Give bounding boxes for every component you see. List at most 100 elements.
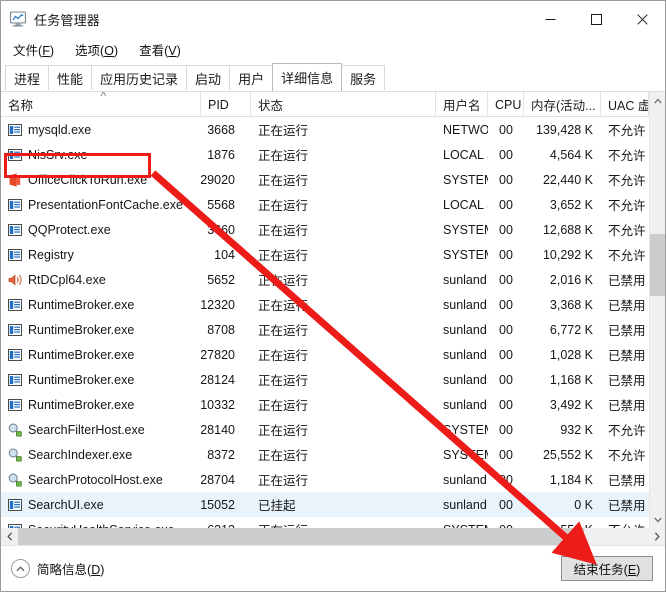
cell-pid: 104: [201, 242, 251, 267]
close-button[interactable]: [619, 1, 665, 37]
menu-bar: 文件(F) 选项(O) 查看(V): [1, 37, 665, 61]
table-row[interactable]: Registry 104 正在运行 SYSTEM 00 10,292 K 不允许: [1, 242, 649, 267]
tab-label: 服务: [350, 71, 377, 87]
column-header-name[interactable]: 名称: [1, 92, 201, 117]
table-row[interactable]: OfficeClickToRun.exe 29020 正在运行 SYSTEM 00 22,…: [1, 167, 649, 192]
table-row[interactable]: RtDCpl64.exe 5652 正在运行 sunland 00 2,016 K 已禁用: [1, 267, 649, 292]
menu-item-o[interactable]: 选项(O): [70, 38, 128, 61]
menu-item-mnemonic: F: [42, 43, 50, 58]
scroll-up-button[interactable]: [650, 92, 665, 109]
scroll-right-button[interactable]: [648, 528, 665, 545]
cell-uac: 不允许: [601, 167, 649, 192]
cell-state: 正在运行: [251, 267, 436, 292]
cell-pid: 8708: [201, 317, 251, 342]
cell-uac-text: 不允许: [608, 174, 646, 188]
cell-mem: 25,552 K: [524, 442, 601, 467]
cell-user-text: LOCAL SE...: [443, 197, 488, 212]
cell-user-text: sunland: [443, 497, 487, 512]
exe-icon: [8, 323, 22, 336]
cell-user-text: SYSTEM: [443, 447, 488, 462]
table-row[interactable]: QQProtect.exe 3660 正在运行 SYSTEM 00 12,688 K 不允许: [1, 217, 649, 242]
scroll-left-button[interactable]: [1, 528, 18, 545]
cell-name: OfficeClickToRun.exe: [1, 167, 201, 192]
table-row[interactable]: SearchFilterHost.exe 28140 正在运行 SYSTEM 00 932…: [1, 417, 649, 442]
column-header-user[interactable]: 用户名: [436, 92, 488, 117]
cell-pid-text: 15052: [201, 497, 235, 512]
tab-3[interactable]: 启动: [186, 65, 231, 91]
table-row[interactable]: SearchUI.exe 15052 已挂起 sunland 00 0 K 已禁用: [1, 492, 649, 517]
table-row[interactable]: SearchProtocolHost.exe 28704 正在运行 sunland 00…: [1, 467, 649, 492]
cell-user: LOCAL SE...: [436, 192, 488, 217]
tab-0[interactable]: 进程: [5, 65, 50, 91]
process-table: 名称 PID 状态 用户名 CPU 内存(活动... UAC 虚 mysqld.exe 366…: [1, 91, 665, 545]
fewer-details-button[interactable]: 简略信息(D): [11, 559, 104, 578]
cell-state: 正在运行: [251, 167, 436, 192]
vertical-scroll-thumb[interactable]: [650, 234, 665, 296]
table-row[interactable]: RuntimeBroker.exe 27820 正在运行 sunland 00 1,028…: [1, 342, 649, 367]
column-header-pid[interactable]: PID: [201, 92, 251, 117]
cell-user: sunland: [436, 367, 488, 392]
cell-user-text: sunland: [443, 297, 487, 312]
cell-cpu: 00: [488, 517, 524, 529]
tab-5[interactable]: 详细信息: [272, 63, 343, 91]
cell-user: SYSTEM: [436, 242, 488, 267]
chevron-right-icon: [654, 532, 660, 541]
end-task-button[interactable]: 结束任务(E): [561, 556, 653, 581]
cell-user: SYSTEM: [436, 167, 488, 192]
tab-2[interactable]: 应用历史记录: [91, 65, 188, 91]
scroll-down-button[interactable]: [650, 511, 665, 528]
table-row[interactable]: RuntimeBroker.exe 8708 正在运行 sunland 00 6,772 …: [1, 317, 649, 342]
cell-pid: 29020: [201, 167, 251, 192]
menu-item-v[interactable]: 查看(V): [134, 38, 191, 61]
table-row[interactable]: RuntimeBroker.exe 10332 正在运行 sunland 00 3,492…: [1, 392, 649, 417]
minimize-button[interactable]: [527, 1, 573, 37]
cell-state-text: 正在运行: [258, 424, 309, 438]
table-row[interactable]: RuntimeBroker.exe 28124 正在运行 sunland 00 1,168…: [1, 367, 649, 392]
cell-pid: 5652: [201, 267, 251, 292]
table-row[interactable]: PresentationFontCache.exe 5568 正在运行 LOCAL S…: [1, 192, 649, 217]
maximize-button[interactable]: [573, 1, 619, 37]
column-header-cpu[interactable]: CPU: [488, 92, 524, 117]
cell-state-text: 正在运行: [258, 299, 309, 313]
cell-user-text: sunland: [443, 272, 487, 287]
cell-cpu: 00: [488, 467, 524, 492]
fewer-details-label: 简略信息(D): [37, 563, 105, 577]
cell-pid: 1876: [201, 142, 251, 167]
chevron-down-icon: [654, 517, 662, 522]
minimize-icon: [545, 18, 555, 20]
tab-label: 详细信息: [281, 71, 334, 86]
cell-user: sunland: [436, 342, 488, 367]
cell-pid-text: 27820: [201, 347, 235, 362]
tab-6[interactable]: 服务: [341, 65, 386, 91]
cell-mem-text: 3,368 K: [549, 297, 593, 312]
table-row[interactable]: mysqld.exe 3668 正在运行 NETWOR... 00 139,428 K 不允…: [1, 117, 649, 142]
cell-state-text: 正在运行: [258, 474, 309, 488]
cell-state-text: 正在运行: [258, 224, 309, 238]
tab-1[interactable]: 性能: [48, 65, 93, 91]
cell-name: SearchFilterHost.exe: [1, 417, 201, 442]
cell-mem: 139,428 K: [524, 117, 601, 142]
table-row[interactable]: RuntimeBroker.exe 12320 正在运行 sunland 00 3,368…: [1, 292, 649, 317]
menu-item-f[interactable]: 文件(F): [8, 38, 64, 61]
cell-uac-text: 已禁用: [608, 374, 646, 388]
table-row[interactable]: SearchIndexer.exe 8372 正在运行 SYSTEM 00 25,552 …: [1, 442, 649, 467]
cell-cpu-text: 00: [499, 197, 513, 212]
column-header-mem[interactable]: 内存(活动...: [524, 92, 601, 117]
vertical-scrollbar[interactable]: [649, 92, 665, 528]
table-row[interactable]: SecurityHealthService.exe6212 正在运行 SYSTEM0…: [1, 517, 649, 528]
horizontal-scroll-thumb[interactable]: [18, 528, 584, 545]
table-row[interactable]: NisSrv.exe 1876 正在运行 LOCAL SE... 00 4,564 K 不允…: [1, 142, 649, 167]
column-header-state[interactable]: 状态: [251, 92, 436, 117]
cell-cpu: 00: [488, 492, 524, 517]
cell-state: 正在运行: [251, 517, 436, 528]
tab-4[interactable]: 用户: [229, 65, 274, 91]
horizontal-scrollbar[interactable]: [1, 528, 665, 545]
column-header-uac[interactable]: UAC 虚: [601, 92, 649, 117]
exe-icon: [8, 223, 22, 236]
cell-mem-text: 2,016 K: [549, 272, 593, 287]
menu-item-label: 文件: [13, 43, 39, 58]
exe-icon: [8, 498, 22, 511]
cell-name-text: SearchProtocolHost.exe: [28, 472, 163, 487]
cell-state: 已挂起: [251, 492, 436, 517]
cell-pid-text: 10332: [201, 397, 235, 412]
